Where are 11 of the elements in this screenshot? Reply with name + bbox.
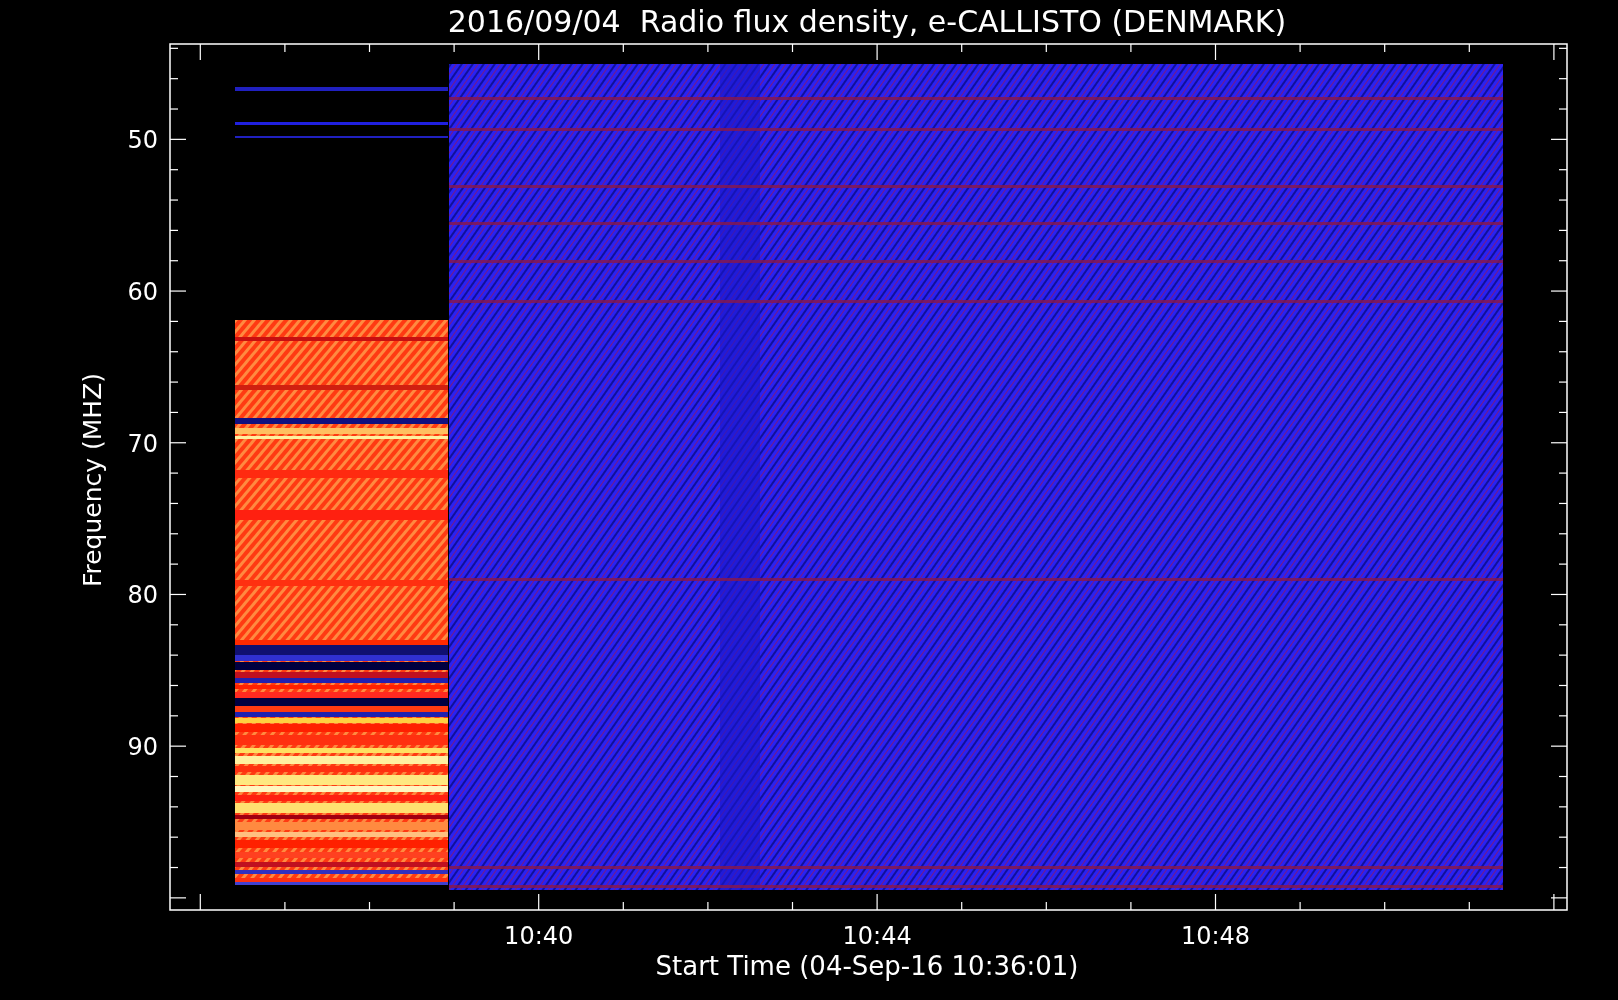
y-axis-title: Frequency (MHZ) [78, 372, 107, 588]
y-tick-label: 70 [127, 429, 158, 458]
y-tick-label: 60 [127, 278, 158, 307]
x-tick-label: 10:48 [1180, 922, 1251, 950]
x-tick-label: 10:44 [842, 922, 912, 950]
y-tick-label: 90 [127, 733, 158, 762]
x-tick-label: 10:40 [504, 922, 574, 950]
chart-title: 2016/09/04 Radio flux density, e-CALLISTO (DENMARK) [447, 4, 1287, 39]
x-axis-title: Start Time (04-Sep-16 10:36:01) [655, 951, 1079, 981]
y-tick-label: 80 [127, 581, 158, 610]
y-tick-label: 50 [127, 126, 158, 155]
